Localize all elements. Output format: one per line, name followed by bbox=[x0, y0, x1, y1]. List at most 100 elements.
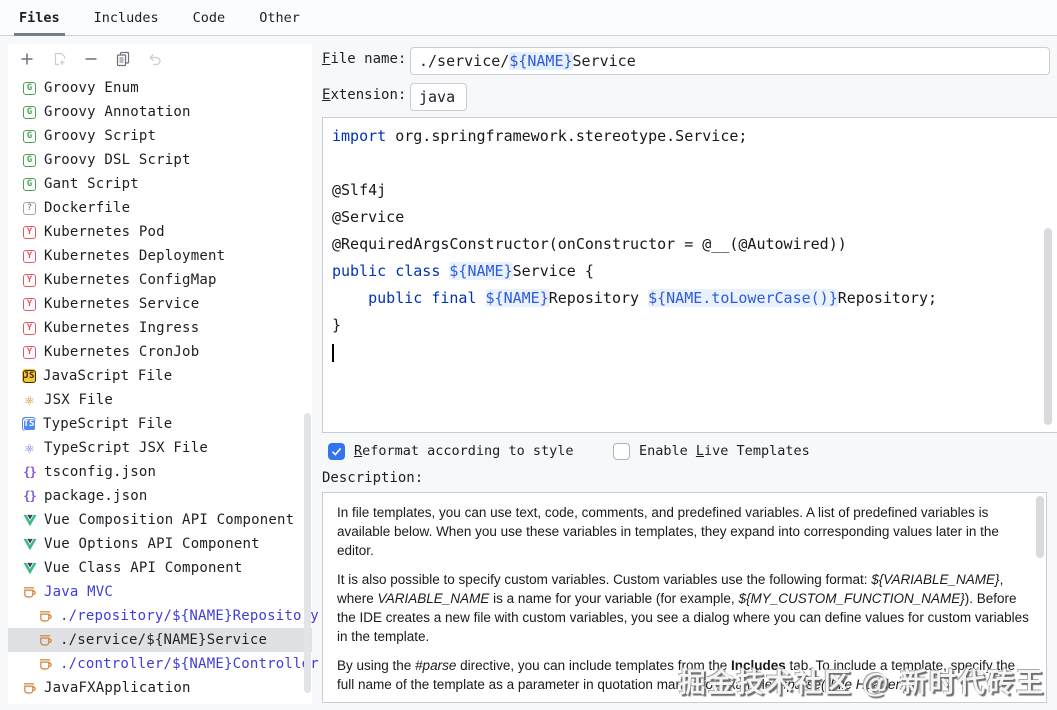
groovy-file-icon: G bbox=[22, 153, 37, 168]
yaml-file-icon: Y bbox=[22, 345, 37, 360]
description-scrollbar[interactable] bbox=[1036, 496, 1044, 558]
template-item-groovy-enum[interactable]: G Groovy Enum bbox=[8, 76, 312, 100]
json-file-icon: {} bbox=[23, 489, 36, 503]
template-code-editor[interactable]: import org.springframework.stereotype.Se… bbox=[322, 117, 1057, 433]
template-item-label: Groovy Annotation bbox=[44, 104, 191, 120]
java-file-icon bbox=[38, 609, 53, 624]
template-item-typescript-file[interactable]: TS TypeScript File bbox=[8, 412, 312, 436]
groovy-file-icon: G bbox=[22, 105, 37, 120]
java-file-icon bbox=[38, 633, 53, 648]
react-blue-file-icon: ⚛ bbox=[24, 439, 35, 457]
yaml-file-icon: Y bbox=[22, 225, 37, 240]
template-item-javascript-file[interactable]: JS JavaScript File bbox=[8, 364, 312, 388]
template-item-tsconfig-json[interactable]: {} tsconfig.json bbox=[8, 460, 312, 484]
template-item-label: ./service/${NAME}Service bbox=[60, 632, 268, 648]
editor-line: } bbox=[332, 316, 342, 334]
template-item-kubernetes-configmap[interactable]: Y Kubernetes ConfigMap bbox=[8, 268, 312, 292]
revert-button bbox=[146, 50, 164, 68]
editor-line: @Slf4j bbox=[332, 181, 387, 199]
template-item-label: Groovy Enum bbox=[44, 80, 139, 96]
yaml-file-icon: Y bbox=[22, 273, 37, 288]
template-item-kubernetes-service[interactable]: Y Kubernetes Service bbox=[8, 292, 312, 316]
template-list-toolbar bbox=[8, 44, 312, 74]
reformat-according-to-style-checkbox[interactable]: Reformat according to style bbox=[328, 441, 573, 461]
template-item-label: package.json bbox=[44, 488, 148, 504]
template-category-tabs: Files Includes Code Other bbox=[0, 0, 1057, 36]
tab-files[interactable]: Files bbox=[14, 0, 65, 36]
template-item-label: JavaFXApplication bbox=[44, 680, 191, 696]
duplicate-template-button[interactable] bbox=[114, 50, 132, 68]
create-from-file-button bbox=[50, 50, 68, 68]
template-item-label: Java MVC bbox=[44, 584, 114, 600]
groovy-file-icon: G bbox=[22, 81, 37, 96]
editor-scrollbar[interactable] bbox=[1044, 228, 1052, 425]
template-item-typescript-jsx-file[interactable]: ⚛ TypeScript JSX File bbox=[8, 436, 312, 460]
file-and-code-templates-dialog: Files Includes Code Other G Groovy Enum G Groo… bbox=[0, 0, 1057, 710]
java-file-icon bbox=[22, 681, 37, 696]
template-item-label: Kubernetes Service bbox=[44, 296, 200, 312]
editor-line: @RequiredArgsConstructor(onConstructor =… bbox=[332, 235, 847, 253]
template-item-jsx-file[interactable]: ⚛ JSX File bbox=[8, 388, 312, 412]
template-item-label: Kubernetes Pod bbox=[44, 224, 165, 240]
extension-label: Extension: bbox=[322, 87, 407, 103]
json-file-icon: {} bbox=[23, 465, 36, 479]
template-item-package-json[interactable]: {} package.json bbox=[8, 484, 312, 508]
template-item-label: ./repository/${NAME}Repository bbox=[60, 608, 319, 624]
template-item-controller-name-controller[interactable]: ./controller/${NAME}Controller bbox=[8, 652, 319, 676]
editor-line: import org.springframework.stereotype.Se… bbox=[332, 127, 748, 145]
template-item-label: Gant Script bbox=[44, 176, 139, 192]
yaml-file-icon: Y bbox=[22, 321, 37, 336]
template-item-label: Groovy DSL Script bbox=[44, 152, 191, 168]
description-paragraph: It is also possible to specify custom va… bbox=[337, 572, 1029, 644]
description-paragraph: By using the #parse directive, you can i… bbox=[337, 658, 1016, 692]
template-item-label: tsconfig.json bbox=[44, 464, 157, 480]
template-item-kubernetes-deployment[interactable]: Y Kubernetes Deployment bbox=[8, 244, 312, 268]
extension-input[interactable]: java bbox=[410, 83, 467, 111]
remove-template-button[interactable] bbox=[82, 50, 100, 68]
template-list-scrollbar[interactable] bbox=[304, 413, 311, 693]
tab-code[interactable]: Code bbox=[188, 0, 231, 36]
groovy-file-icon: G bbox=[22, 129, 37, 144]
tab-includes[interactable]: Includes bbox=[89, 0, 164, 36]
template-item-label: JSX File bbox=[44, 392, 114, 408]
template-item-label: Kubernetes CronJob bbox=[44, 344, 200, 360]
checkbox-checked bbox=[328, 442, 345, 460]
template-item-java-mvc[interactable]: Java MVC bbox=[8, 580, 312, 604]
java-file-icon bbox=[38, 657, 53, 672]
template-item-gant-script[interactable]: G Gant Script bbox=[8, 172, 312, 196]
vue-file-icon bbox=[22, 513, 37, 528]
template-item-vue-options-api-component[interactable]: Vue Options API Component bbox=[8, 532, 312, 556]
yaml-file-icon: Y bbox=[22, 297, 37, 312]
template-item-label: Dockerfile bbox=[44, 200, 131, 216]
template-item-label: Kubernetes ConfigMap bbox=[44, 272, 217, 288]
enable-live-templates-checkbox[interactable]: Enable Live Templates bbox=[613, 441, 810, 461]
template-item-repository-name-repository[interactable]: ./repository/${NAME}Repository bbox=[8, 604, 319, 628]
template-item-label: JavaScript File bbox=[43, 368, 173, 384]
template-item-kubernetes-ingress[interactable]: Y Kubernetes Ingress bbox=[8, 316, 312, 340]
template-item-label: TypeScript File bbox=[43, 416, 173, 432]
editor-line: @Service bbox=[332, 208, 405, 226]
template-item-javafxapplication[interactable]: JavaFXApplication bbox=[8, 676, 312, 700]
template-item-kubernetes-pod[interactable]: Y Kubernetes Pod bbox=[8, 220, 312, 244]
template-item-label: Kubernetes Deployment bbox=[44, 248, 226, 264]
vue-file-icon bbox=[22, 537, 37, 552]
file-name-label: File name: bbox=[322, 51, 407, 67]
template-item-groovy-dsl-script[interactable]: G Groovy DSL Script bbox=[8, 148, 312, 172]
javascript-file-icon: JS bbox=[22, 369, 36, 383]
checkbox-label: Reformat according to style bbox=[354, 443, 574, 459]
template-item-groovy-script[interactable]: G Groovy Script bbox=[8, 124, 312, 148]
tab-other[interactable]: Other bbox=[254, 0, 305, 36]
text-caret bbox=[332, 343, 334, 362]
template-item-vue-class-api-component[interactable]: Vue Class API Component bbox=[8, 556, 312, 580]
template-item-dockerfile[interactable]: ? Dockerfile bbox=[8, 196, 312, 220]
add-template-button[interactable] bbox=[18, 50, 36, 68]
template-item-label: Vue Composition API Component bbox=[44, 512, 295, 528]
template-item-service-name-service[interactable]: ./service/${NAME}Service bbox=[8, 628, 312, 652]
file-name-input[interactable]: ./service/${NAME} Service bbox=[410, 47, 1050, 75]
react-orange-file-icon: ⚛ bbox=[24, 391, 35, 409]
template-item-vue-composition-api-component[interactable]: Vue Composition API Component bbox=[8, 508, 312, 532]
template-item-kubernetes-cronjob[interactable]: Y Kubernetes CronJob bbox=[8, 340, 312, 364]
template-item-groovy-annotation[interactable]: G Groovy Annotation bbox=[8, 100, 312, 124]
yaml-file-icon: Y bbox=[22, 249, 37, 264]
